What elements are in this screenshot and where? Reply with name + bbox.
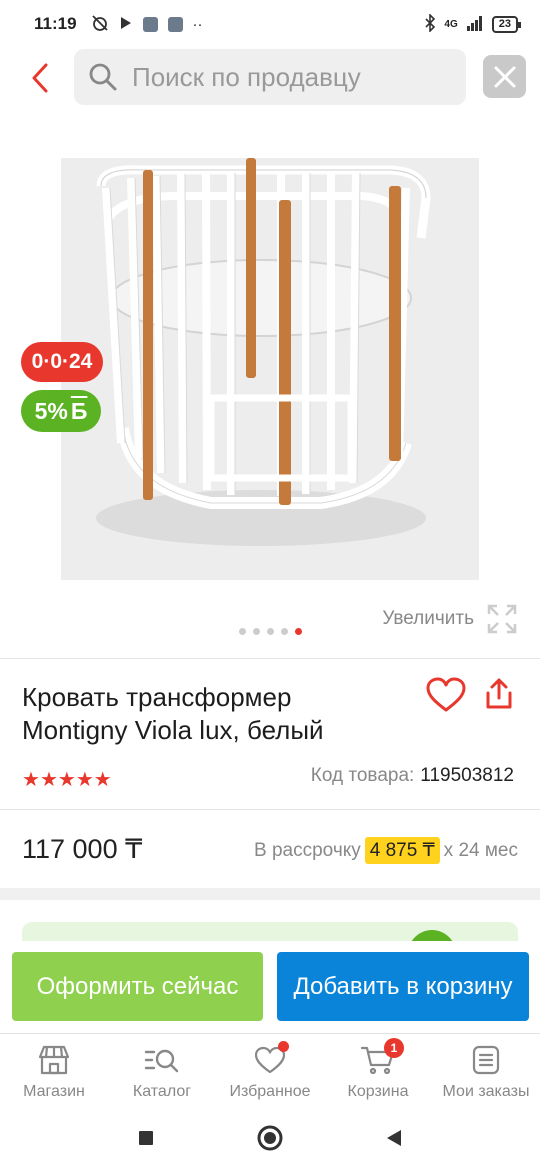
sku-label: Код товара: [310,765,415,786]
star-icon: ★ [22,769,40,791]
star-icon: ★ [75,769,94,791]
star-icon: ★ [93,769,112,791]
app-notification-icon [142,16,158,32]
search-icon [89,63,117,91]
zoom-label: Увеличить [382,608,474,629]
nav-item-store[interactable]: Магазин [0,1034,108,1106]
installment-info[interactable]: В рассрочку 4 875 ₸ х 24 мес [254,837,518,864]
favorites-indicator-dot [278,1041,289,1052]
sku-value: 119503812 [420,765,514,786]
product-gallery[interactable]: 0·0·24 5% Б Увеличить [0,106,540,658]
chevron-left-icon [32,63,48,93]
installment-prefix: В рассрочку [254,839,361,861]
pagination-dot[interactable] [252,628,260,635]
system-back-button[interactable] [374,1118,414,1158]
timer-badge: 0·0·24 [21,342,103,382]
orders-icon [472,1045,500,1075]
status-system-icons: 4G 23 [424,12,522,35]
pagination-dot-active[interactable] [294,628,302,635]
nav-item-catalog[interactable]: Каталог [108,1034,216,1106]
network-type: 4G [444,18,458,30]
play-icon [119,16,133,33]
product-image[interactable] [61,158,479,580]
status-time: 11:19 [34,14,77,33]
search-field[interactable] [74,49,466,105]
add-to-cart-button[interactable]: Добавить в корзину [277,952,529,1021]
home-button[interactable] [250,1118,290,1158]
square-icon [139,1131,153,1145]
pagination-dot[interactable] [280,628,288,635]
rating-stars: ★ ★ ★ ★ ★ [22,767,112,792]
share-button[interactable] [482,677,520,715]
nav-label-catalog: Каталог [132,1083,192,1100]
pagination-dot[interactable] [238,628,246,635]
system-navigation [0,1106,540,1170]
alarm-off-icon [91,14,109,35]
buy-now-button[interactable]: Оформить сейчас [12,952,263,1021]
search-header [0,48,540,106]
section-separator [0,888,540,900]
bonus-badge: 5% Б [21,390,101,432]
bonus-currency: Б [70,397,88,424]
bonus-percent: 5% [34,397,68,424]
product-info: Кровать трансформер Montigny Viola lux, … [0,659,540,809]
crib-illustration [61,158,479,580]
action-bar: Оформить сейчас Добавить в корзину [0,941,540,1033]
cart-count-badge: 1 [384,1038,404,1058]
star-icon: ★ [57,769,76,791]
nav-item-cart[interactable]: 1 Корзина [324,1034,432,1106]
search-input[interactable] [132,61,452,93]
share-icon [486,678,512,709]
catalog-search-icon [144,1049,179,1073]
nav-label-store: Магазин [23,1083,85,1100]
installment-amount: 4 875 ₸ [364,837,440,864]
circle-icon [257,1125,283,1151]
store-icon [38,1045,70,1075]
heart-icon [426,677,466,712]
app-notification-icon-2 [167,16,183,32]
nav-label-orders: Мои заказы [442,1083,530,1100]
clear-search-button[interactable] [483,55,526,98]
more-notifications-icon: ·· [192,15,203,33]
battery-indicator: 23 [491,15,522,33]
bottom-navigation: Магазин Каталог Избранное 1 Корзина Мои … [0,1033,540,1106]
nav-item-orders[interactable]: Мои заказы [432,1034,540,1106]
bluetooth-icon [424,12,436,35]
product-sku: Код товара: 119503812 [311,765,514,787]
product-title: Кровать трансформер Montigny Viola lux, … [22,682,324,745]
close-icon [494,66,515,87]
nav-label-cart: Корзина [347,1083,409,1100]
pagination-dot[interactable] [266,628,274,635]
installment-suffix: х 24 мес [443,839,518,861]
status-notifications: ·· [91,14,203,35]
price-section: 117 000 ₸ В рассрочку 4 875 ₸ х 24 мес [0,810,540,888]
status-bar: 11:19 ·· 4G 23 [0,0,540,48]
product-price: 117 000 ₸ [22,834,143,864]
nav-label-favorites: Избранное [229,1083,311,1100]
recents-button[interactable] [126,1118,166,1158]
star-icon: ★ [39,769,58,791]
signal-icon [466,15,484,34]
nav-item-favorites[interactable]: Избранное [216,1034,324,1106]
back-button[interactable] [22,58,58,98]
gallery-pagination [0,628,540,635]
triangle-back-icon [387,1130,401,1146]
favorite-button[interactable] [426,677,466,715]
